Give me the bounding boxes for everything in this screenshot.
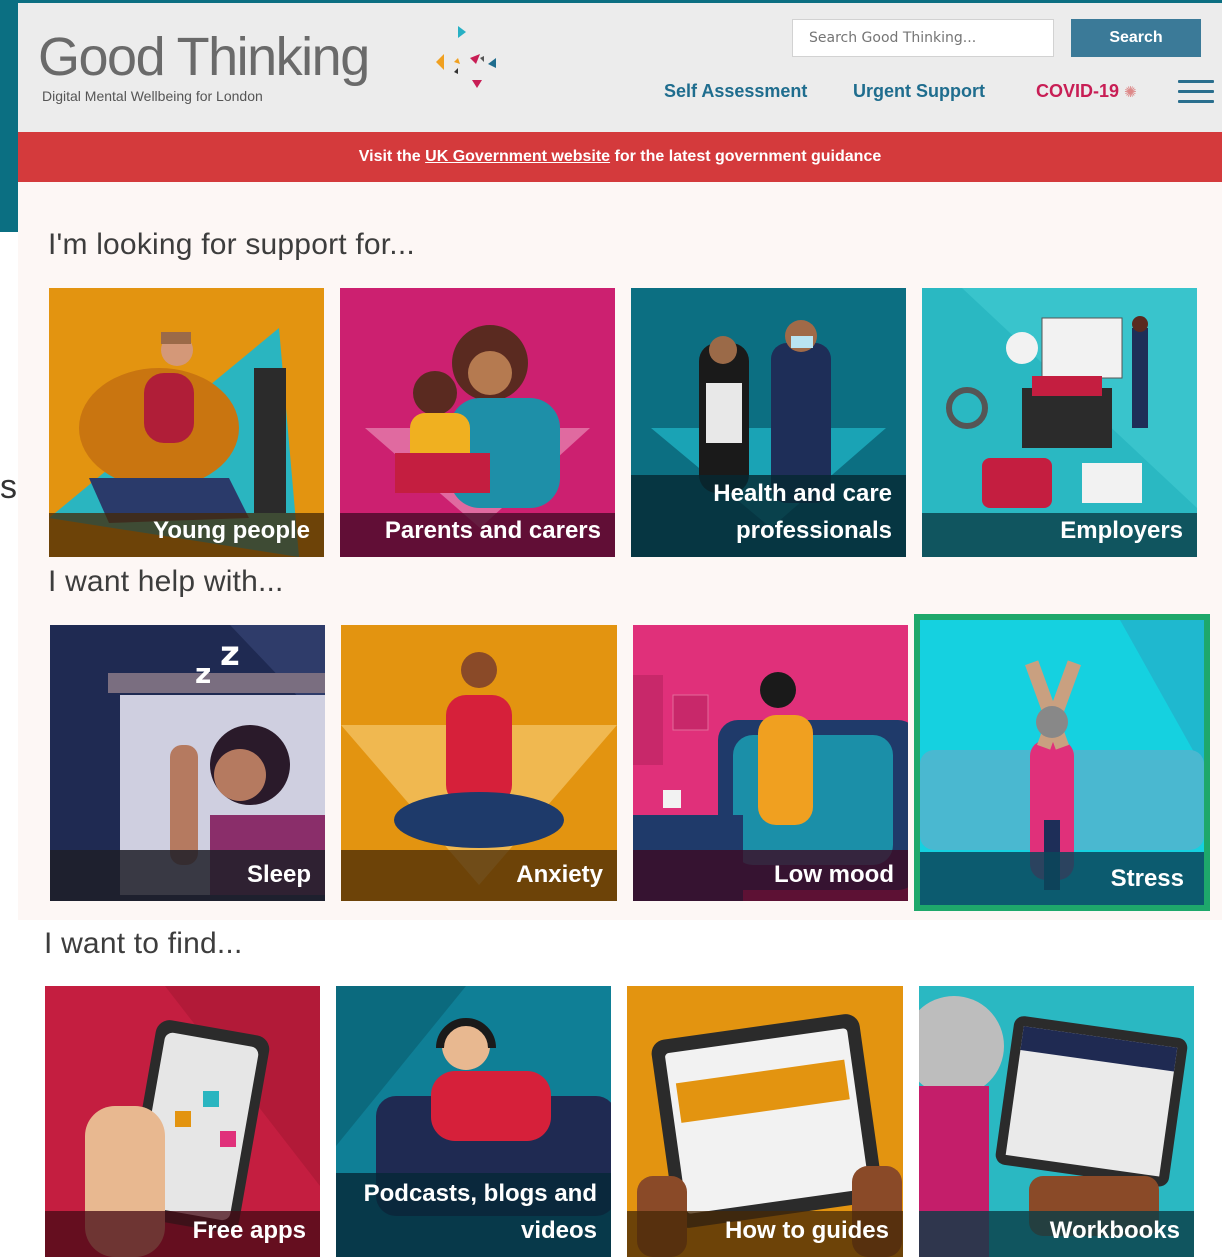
support-section-title: I'm looking for support for... bbox=[48, 228, 415, 261]
tile-label: Employers bbox=[1060, 517, 1183, 544]
hamburger-menu-icon[interactable] bbox=[1178, 80, 1214, 106]
left-page-edge bbox=[0, 0, 18, 232]
tile-podcasts-blogs-videos[interactable]: Podcasts, blogs and videos bbox=[336, 986, 611, 1257]
tile-label: Sleep bbox=[246, 861, 311, 888]
tile-parents-and-carers[interactable]: Parents and carers bbox=[340, 288, 615, 557]
tile-employers[interactable]: Employers bbox=[922, 288, 1197, 557]
tile-free-apps[interactable]: Free apps bbox=[45, 986, 320, 1257]
logo-wordmark: Good Thinking bbox=[38, 27, 370, 87]
tile-how-to-guides[interactable]: How to guides bbox=[627, 986, 903, 1257]
search-input[interactable] bbox=[792, 19, 1054, 57]
tile-health-care-professionals[interactable]: Health and care professionals bbox=[631, 288, 906, 557]
tile-young-people[interactable]: Young people bbox=[49, 288, 324, 557]
tile-anxiety[interactable]: Anxiety bbox=[341, 625, 617, 901]
logo-tagline: Digital Mental Wellbeing for London bbox=[42, 88, 263, 104]
tile-low-mood[interactable]: Low mood bbox=[633, 625, 908, 901]
nav-covid[interactable]: COVID-19 ✺ bbox=[1036, 81, 1137, 102]
banner-prefix: Visit the bbox=[358, 148, 421, 165]
nav-urgent-support[interactable]: Urgent Support bbox=[853, 81, 985, 102]
tile-label: Young people bbox=[153, 517, 310, 544]
find-section-title: I want to find... bbox=[44, 927, 243, 960]
nav-self-assessment[interactable]: Self Assessment bbox=[664, 81, 807, 102]
tile-label: Workbooks bbox=[1049, 1217, 1180, 1244]
tile-sleep[interactable]: z z Sleep bbox=[50, 625, 325, 901]
svg-text:z: z bbox=[220, 634, 240, 674]
banner-suffix: for the latest government guidance bbox=[614, 148, 882, 165]
site-logo[interactable]: Good Thinking Digital Mental Wellbeing f… bbox=[38, 27, 370, 104]
tile-label: Health and care professionals bbox=[713, 480, 892, 544]
help-section-title: I want help with... bbox=[48, 565, 284, 598]
site-header: Good Thinking Digital Mental Wellbeing f… bbox=[18, 0, 1222, 132]
tile-label: Anxiety bbox=[516, 861, 603, 888]
tile-label: Free apps bbox=[192, 1217, 306, 1244]
guidance-banner: Visit the UK Government website for the … bbox=[18, 132, 1222, 182]
tile-label: Stress bbox=[1110, 865, 1184, 892]
uk-government-link[interactable]: UK Government website bbox=[425, 148, 610, 165]
tile-label: How to guides bbox=[725, 1217, 889, 1244]
tile-label: Parents and carers bbox=[384, 517, 601, 544]
header-top-line bbox=[18, 0, 1222, 3]
search-button[interactable]: Search bbox=[1071, 19, 1201, 57]
tile-workbooks[interactable]: Workbooks bbox=[919, 986, 1194, 1257]
underlying-page-glyph: s bbox=[0, 468, 17, 506]
logo-triangles-icon bbox=[436, 26, 496, 88]
nav-covid-label: COVID-19 bbox=[1036, 81, 1120, 101]
tile-stress[interactable]: Stress bbox=[920, 620, 1204, 905]
virus-icon: ✺ bbox=[1124, 84, 1137, 101]
tile-label: Podcasts, blogs and videos bbox=[363, 1180, 597, 1244]
svg-text:z: z bbox=[195, 657, 211, 690]
tile-label: Low mood bbox=[774, 861, 894, 888]
